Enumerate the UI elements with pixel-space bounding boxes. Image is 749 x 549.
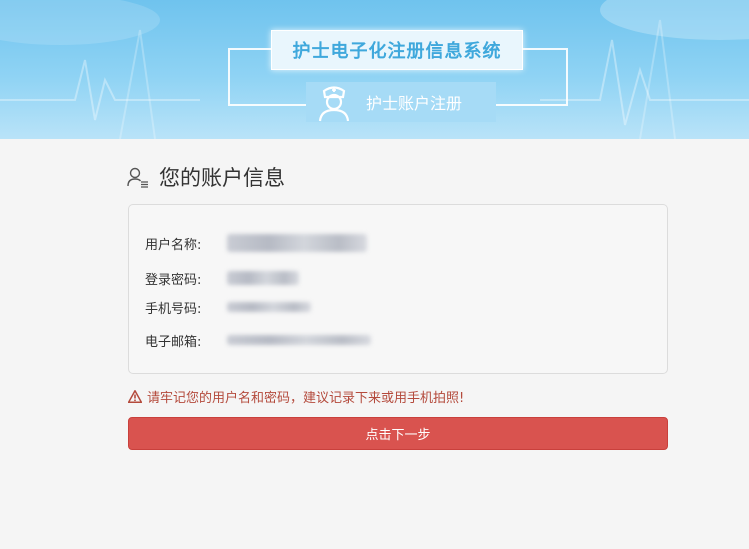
password-value-redacted <box>227 271 299 285</box>
section-title: 您的账户信息 <box>159 166 285 190</box>
nurse-icon <box>318 86 350 122</box>
account-info-card: 用户名称: 登录密码: 手机号码: 电子邮箱: <box>128 204 668 374</box>
email-row: 电子邮箱: <box>145 330 371 350</box>
username-row: 用户名称: <box>145 233 367 253</box>
header-banner: 护士电子化注册信息系统 护士账户注册 <box>0 0 749 139</box>
username-label: 用户名称: <box>145 237 202 253</box>
email-value-redacted <box>227 335 371 345</box>
email-label: 电子邮箱: <box>145 334 202 350</box>
next-step-button[interactable]: 点击下一步 <box>128 417 668 450</box>
password-label: 登录密码: <box>145 272 202 288</box>
subtitle-row: 护士账户注册 <box>306 82 496 122</box>
system-title-box: 护士电子化注册信息系统 <box>271 30 523 70</box>
phone-row: 手机号码: <box>145 297 311 317</box>
phone-label: 手机号码: <box>145 301 202 317</box>
password-row: 登录密码: <box>145 268 299 288</box>
warning-message: 请牢记您的用户名和密码，建议记录下来或用手机拍照! <box>128 387 465 406</box>
section-heading: 您的账户信息 <box>127 162 285 192</box>
warning-icon <box>128 389 142 403</box>
warning-text: 请牢记您的用户名和密码，建议记录下来或用手机拍照! <box>147 390 465 406</box>
user-icon <box>127 167 148 188</box>
phone-value-redacted <box>227 302 311 312</box>
username-value-redacted <box>227 234 367 252</box>
subtitle: 护士账户注册 <box>366 94 463 113</box>
system-title: 护士电子化注册信息系统 <box>292 41 502 62</box>
